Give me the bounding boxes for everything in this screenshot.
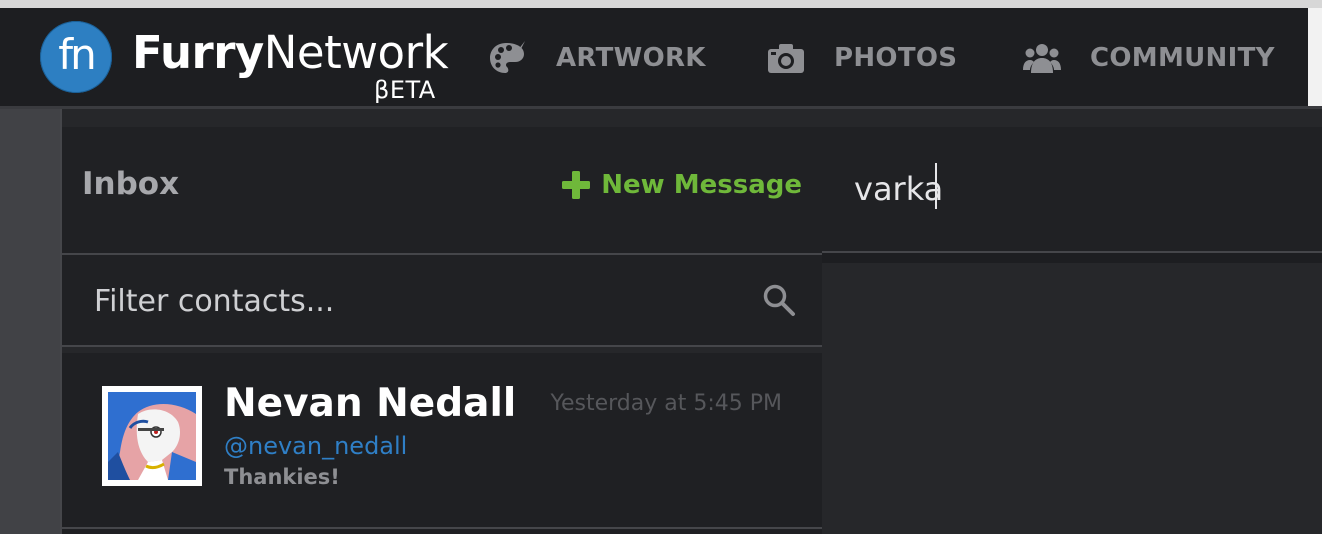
compose-panel (822, 109, 1322, 534)
logo-mark[interactable]: fn (40, 21, 112, 93)
contact-message-preview: Thankies! (224, 465, 340, 489)
left-rail (0, 109, 60, 534)
new-message-label: New Message (601, 170, 802, 200)
brand-name-bold: Furry (132, 26, 264, 79)
avatar (102, 386, 202, 486)
search-icon[interactable] (762, 283, 796, 317)
contact-list-item[interactable]: Nevan Nedall Yesterday at 5:45 PM @nevan… (62, 353, 822, 529)
inbox-header: Inbox New Message (62, 127, 822, 255)
palette-icon (488, 38, 528, 78)
filter-contacts-input[interactable] (92, 277, 736, 325)
text-caret (935, 163, 937, 209)
nav-photos-label: PHOTOS (834, 43, 958, 73)
users-icon (1022, 38, 1062, 78)
recipient-input[interactable] (852, 163, 1296, 215)
camera-icon (766, 38, 806, 78)
filter-contacts-row (62, 255, 822, 347)
contact-name: Nevan Nedall (224, 381, 517, 426)
new-message-button[interactable]: New Message (561, 170, 802, 200)
nav-artwork-label: ARTWORK (556, 43, 706, 73)
contact-timestamp: Yesterday at 5:45 PM (550, 391, 782, 416)
nav-photos[interactable]: PHOTOS (766, 38, 957, 78)
window-edge (1308, 8, 1322, 106)
brand-name[interactable]: FurryNetwork (132, 26, 449, 79)
nav-community[interactable]: COMMUNITY (1022, 38, 1275, 78)
contact-handle-link[interactable]: @nevan_nedall (224, 432, 407, 460)
logo-mark-text: fn (58, 30, 96, 79)
inbox-title: Inbox (82, 166, 180, 202)
inbox-top-gap (62, 109, 822, 127)
recipient-row (822, 127, 1322, 253)
compose-divider (822, 253, 1322, 263)
brand-name-regular: Network (263, 26, 449, 79)
inbox-panel: Inbox New Message Filter contacts... Nev… (60, 109, 824, 534)
nav-community-label: COMMUNITY (1090, 43, 1275, 73)
browser-top-strip (0, 0, 1322, 8)
plus-icon (561, 170, 591, 200)
nav-artwork[interactable]: ARTWORK (488, 38, 706, 78)
top-navbar: fn FurryNetwork βETA ARTWORK PHOTOS COMM… (0, 8, 1322, 109)
avatar-image (108, 392, 196, 480)
beta-badge: βETA (374, 76, 436, 104)
